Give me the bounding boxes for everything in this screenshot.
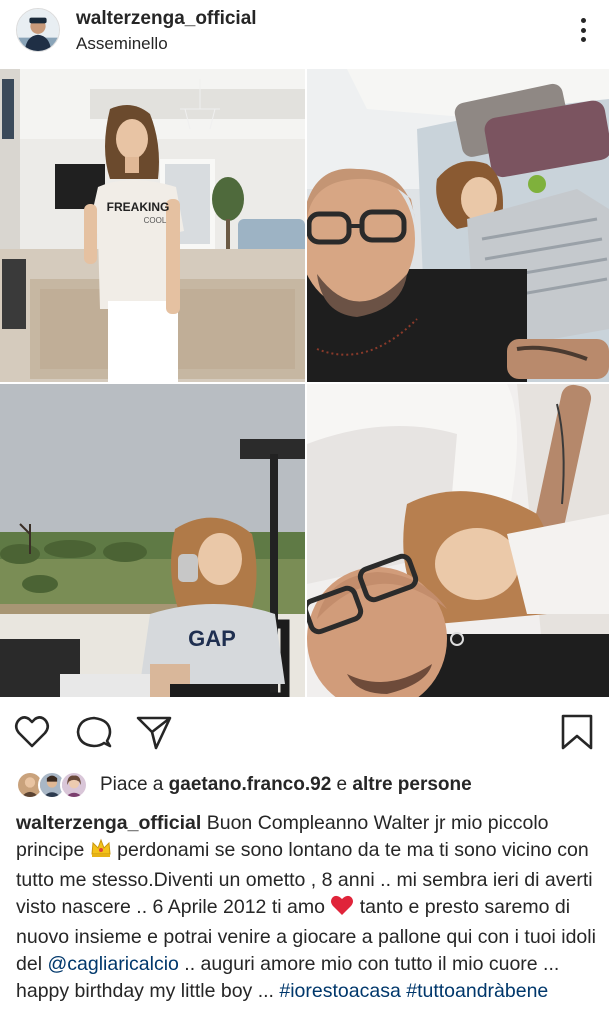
post-image-collage[interactable]: FREAKING COOL GAP bbox=[0, 69, 609, 697]
likes-user-link[interactable]: gaetano.franco.92 bbox=[169, 774, 332, 795]
post-header: walterzenga_official Asseminello bbox=[0, 0, 609, 66]
photo-kid-living-room: FREAKING COOL bbox=[0, 69, 305, 382]
share-icon[interactable] bbox=[134, 712, 174, 752]
bookmark-icon[interactable] bbox=[557, 712, 597, 752]
more-options-icon[interactable] bbox=[573, 12, 593, 48]
caption-hashtag-link[interactable]: #iorestoacasa bbox=[279, 980, 400, 1002]
liker-avatar bbox=[60, 771, 88, 799]
post-username[interactable]: walterzenga_official bbox=[76, 8, 257, 30]
crown-emoji-icon bbox=[90, 837, 112, 867]
likes-text: Piace a gaetano.franco.92 e altre person… bbox=[100, 774, 472, 796]
photo-selfie-couch bbox=[307, 69, 609, 382]
sweater-print-text: GAP bbox=[188, 626, 236, 651]
photo-selfie-bed bbox=[307, 384, 609, 697]
post-location[interactable]: Asseminello bbox=[76, 34, 168, 54]
likes-prefix: Piace a bbox=[100, 774, 169, 795]
caption-hashtag-link[interactable]: #tuttoandràbene bbox=[406, 980, 548, 1002]
shirt-print-text: FREAKING bbox=[107, 200, 170, 214]
heart-outline-icon[interactable] bbox=[12, 712, 52, 752]
shirt-print-subtext: COOL bbox=[144, 216, 167, 225]
profile-avatar[interactable] bbox=[16, 8, 60, 52]
red-heart-emoji-icon bbox=[330, 894, 354, 924]
caption-author[interactable]: walterzenga_official bbox=[16, 812, 201, 834]
comment-icon[interactable] bbox=[74, 712, 114, 752]
likes-others-link[interactable]: altre persone bbox=[352, 774, 471, 795]
photo-kid-safari: GAP bbox=[0, 384, 305, 697]
liker-avatars bbox=[16, 771, 90, 799]
likes-conjunction: e bbox=[331, 774, 353, 795]
post-caption: walterzenga_official Buon Compleanno Wal… bbox=[16, 810, 606, 1005]
caption-mention-link[interactable]: @cagliaricalcio bbox=[47, 953, 178, 975]
likes-summary[interactable]: Piace a gaetano.franco.92 e altre person… bbox=[16, 770, 472, 800]
post-action-bar bbox=[0, 706, 609, 758]
